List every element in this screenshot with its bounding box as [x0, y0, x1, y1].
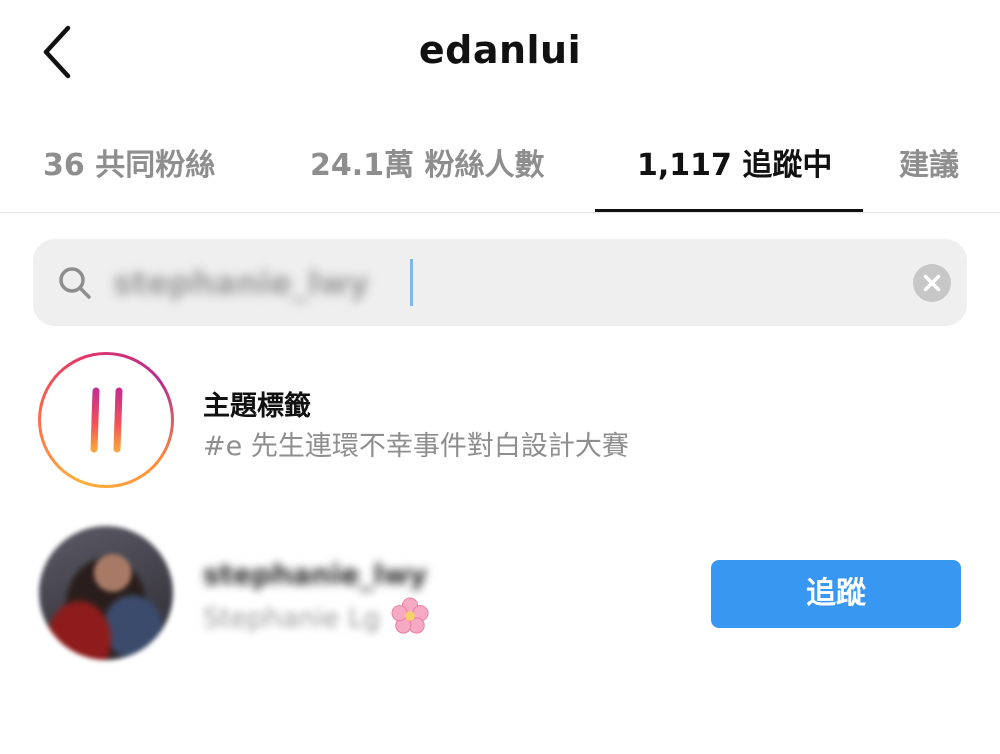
user-result-fullname: Stephanie Lg [203, 597, 429, 635]
active-tab-indicator [595, 209, 863, 212]
page-title: edanlui [418, 28, 582, 72]
hashtag-avatar [38, 352, 174, 488]
hashtag-result-subtitle: #e 先生連環不幸事件對白設計大賽 [203, 431, 629, 462]
tab-suggestions[interactable]: 建議 [899, 140, 959, 190]
user-fullname-text: Stephanie Lg [203, 603, 381, 634]
search-icon [55, 263, 95, 303]
cherry-blossom-icon [391, 597, 429, 634]
avatar[interactable] [39, 526, 173, 660]
clear-icon [923, 274, 941, 292]
top-bar: edanlui [0, 0, 1000, 110]
tab-following[interactable]: 1,117 追蹤中 [637, 140, 832, 190]
hashtag-icon [77, 387, 137, 453]
search-query[interactable]: stephanie_lwy [113, 263, 369, 303]
clear-search-button[interactable] [913, 264, 951, 302]
follow-button[interactable]: 追蹤 [711, 560, 961, 628]
tab-followers[interactable]: 24.1萬 粉絲人數 [310, 140, 544, 190]
search-input[interactable]: stephanie_lwy [33, 239, 967, 326]
hashtag-result-title: 主題標籤 [203, 391, 311, 422]
tab-bar: 36 共同粉絲 24.1萬 粉絲人數 1,117 追蹤中 建議 [0, 120, 1000, 213]
tab-mutual-followers[interactable]: 36 共同粉絲 [43, 140, 215, 190]
user-result-username: stephanie_lwy [203, 558, 428, 591]
text-caret [410, 259, 413, 306]
